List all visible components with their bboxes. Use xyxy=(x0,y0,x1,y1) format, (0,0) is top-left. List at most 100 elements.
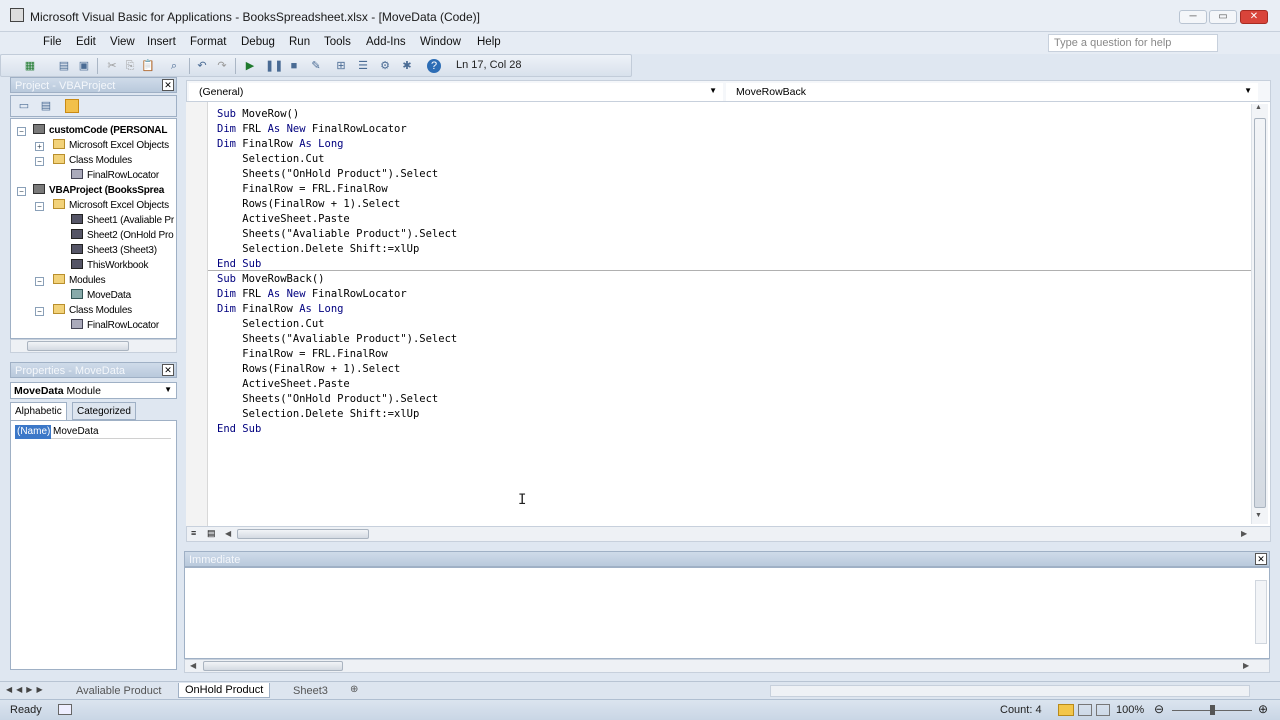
collapse-icon[interactable]: − xyxy=(35,307,44,316)
code-hscroll[interactable]: ≡ ▤ ◀ ▶ xyxy=(186,526,1271,542)
tree-node-excel-objects[interactable]: Microsoft Excel Objects xyxy=(53,139,169,154)
code-line[interactable]: Dim FRL As New FinalRowLocator xyxy=(217,122,407,137)
code-line[interactable]: Selection.Delete Shift:=xlUp xyxy=(217,407,419,422)
collapse-icon[interactable]: − xyxy=(35,157,44,166)
object-browser-icon[interactable]: ⚙ xyxy=(378,59,392,73)
help-icon[interactable]: ? xyxy=(427,59,441,73)
scroll-thumb[interactable] xyxy=(203,661,343,671)
code-line[interactable]: Selection.Delete Shift:=xlUp xyxy=(217,242,419,257)
chevron-down-icon[interactable]: ▼ xyxy=(164,385,172,394)
close-window-button[interactable]: ✕ xyxy=(1240,10,1268,24)
object-combo[interactable]: (General) ▼ xyxy=(189,83,723,101)
help-search-input[interactable]: Type a question for help xyxy=(1048,34,1218,52)
insert-sheet-icon[interactable]: ⊕ xyxy=(350,684,358,695)
insert-module-icon[interactable]: ▤ xyxy=(57,59,71,73)
scroll-thumb[interactable] xyxy=(1254,118,1266,508)
scroll-right-icon[interactable]: ▶ xyxy=(1241,529,1247,538)
code-line[interactable]: Dim FinalRow As Long xyxy=(217,302,343,317)
code-line[interactable]: End Sub xyxy=(217,257,261,272)
sheet-hscroll[interactable] xyxy=(770,685,1250,697)
expand-icon[interactable]: + xyxy=(35,142,44,151)
menu-view[interactable]: View xyxy=(107,34,138,50)
tab-alphabetic[interactable]: Alphabetic xyxy=(10,402,67,420)
procedure-combo[interactable]: MoveRowBack ▼ xyxy=(726,83,1258,101)
scroll-left-icon[interactable]: ◀ xyxy=(190,661,196,670)
tree-node-finalrowlocator[interactable]: FinalRowLocator xyxy=(71,169,159,184)
view-object-icon[interactable]: ▤ xyxy=(39,99,53,113)
paste-icon[interactable]: 📋 xyxy=(141,59,155,73)
view-code-icon[interactable]: ▭ xyxy=(17,99,31,113)
run-icon[interactable]: ▶ xyxy=(243,59,257,73)
scroll-left-icon[interactable]: ◀ xyxy=(225,529,231,538)
collapse-icon[interactable]: − xyxy=(17,187,26,196)
tree-node-class-modules[interactable]: Class Modules xyxy=(53,154,132,169)
tree-node-class-modules[interactable]: Class Modules xyxy=(53,304,132,319)
toolbox-icon[interactable]: ✱ xyxy=(400,59,414,73)
zoom-slider-thumb[interactable] xyxy=(1210,705,1215,715)
tree-node-modules[interactable]: Modules xyxy=(53,274,106,289)
page-layout-view-icon[interactable] xyxy=(1078,704,1092,716)
sheet-tab-avaliable-product[interactable]: Avaliable Product xyxy=(70,684,167,698)
cut-icon[interactable]: ✂ xyxy=(105,59,119,73)
project-tree-hscroll[interactable] xyxy=(10,339,177,353)
properties-window-icon[interactable]: ☰ xyxy=(356,59,370,73)
sheet-tab-onhold-product[interactable]: OnHold Product xyxy=(178,683,271,698)
code-line[interactable]: FinalRow = FRL.FinalRow xyxy=(217,347,387,362)
immediate-hscroll[interactable]: ◀ ▶ xyxy=(184,659,1270,673)
code-line[interactable]: Selection.Cut xyxy=(217,317,324,332)
code-line[interactable]: Selection.Cut xyxy=(217,152,324,167)
reset-icon[interactable]: ■ xyxy=(287,59,301,73)
design-mode-icon[interactable]: ✎ xyxy=(309,59,323,73)
tree-node-sheet1[interactable]: Sheet1 (Avaliable Pr xyxy=(71,214,174,229)
code-editor[interactable] xyxy=(186,102,1271,526)
code-line[interactable]: Sheets("Avaliable Product").Select xyxy=(217,227,457,242)
immediate-input[interactable] xyxy=(184,567,1270,659)
tree-node-vbaproject[interactable]: VBAProject (BooksSprea xyxy=(33,184,164,199)
menu-format[interactable]: Format xyxy=(187,34,229,50)
redo-icon[interactable]: ↷ xyxy=(215,59,229,73)
close-properties-panel-icon[interactable]: ✕ xyxy=(162,364,174,376)
zoom-in-icon[interactable]: ⊕ xyxy=(1258,702,1268,716)
code-margin[interactable] xyxy=(186,102,208,526)
project-explorer-icon[interactable]: ⊞ xyxy=(334,59,348,73)
macro-record-icon[interactable] xyxy=(58,704,72,715)
scroll-up-icon[interactable]: ▲ xyxy=(1255,104,1262,111)
scroll-right-icon[interactable]: ▶ xyxy=(1243,661,1249,670)
chevron-down-icon[interactable]: ▼ xyxy=(1244,86,1252,95)
property-value-cell[interactable]: MoveData xyxy=(51,425,171,439)
undo-icon[interactable]: ↶ xyxy=(195,59,209,73)
sheet-tab-sheet3[interactable]: Sheet3 xyxy=(287,684,334,698)
normal-view-icon[interactable] xyxy=(1058,704,1074,716)
chevron-down-icon[interactable]: ▼ xyxy=(709,86,717,95)
menu-tools[interactable]: Tools xyxy=(321,34,354,50)
tab-categorized[interactable]: Categorized xyxy=(72,402,136,420)
collapse-icon[interactable]: − xyxy=(35,277,44,286)
collapse-icon[interactable]: − xyxy=(35,202,44,211)
zoom-level[interactable]: 100% xyxy=(1116,704,1144,716)
zoom-out-icon[interactable]: ⊖ xyxy=(1154,702,1164,716)
tree-node-movedata[interactable]: MoveData xyxy=(71,289,131,304)
property-name-cell[interactable]: (Name) xyxy=(15,425,51,439)
procedure-view-icon[interactable]: ≡ xyxy=(191,528,196,538)
find-icon[interactable]: ⌕ xyxy=(167,59,181,73)
menu-add-ins[interactable]: Add-Ins xyxy=(363,34,409,50)
code-vscroll[interactable]: ▲ ▼ xyxy=(1251,104,1268,524)
restore-button[interactable]: ▭ xyxy=(1209,10,1237,24)
tree-node-thisworkbook[interactable]: ThisWorkbook xyxy=(71,259,149,274)
tree-node-excel-objects[interactable]: Microsoft Excel Objects xyxy=(53,199,169,214)
scroll-down-icon[interactable]: ▼ xyxy=(1255,512,1262,519)
menu-file[interactable]: File xyxy=(40,34,65,50)
minimize-button[interactable]: ─ xyxy=(1179,10,1207,24)
menu-insert[interactable]: Insert xyxy=(144,34,179,50)
close-immediate-icon[interactable]: ✕ xyxy=(1255,553,1267,565)
menu-window[interactable]: Window xyxy=(417,34,464,50)
page-break-view-icon[interactable] xyxy=(1096,704,1110,716)
sheet-nav-arrows-icon[interactable]: ◀◀▶▶ xyxy=(6,685,47,694)
full-module-view-icon[interactable]: ▤ xyxy=(207,528,216,539)
code-line[interactable]: Sheets("OnHold Product").Select xyxy=(217,392,438,407)
menu-debug[interactable]: Debug xyxy=(238,34,278,50)
break-icon[interactable]: ❚❚ xyxy=(265,59,283,73)
code-line[interactable]: Sheets("OnHold Product").Select xyxy=(217,167,438,182)
tree-node-sheet3[interactable]: Sheet3 (Sheet3) xyxy=(71,244,157,259)
code-line[interactable]: Rows(FinalRow + 1).Select xyxy=(217,362,400,377)
